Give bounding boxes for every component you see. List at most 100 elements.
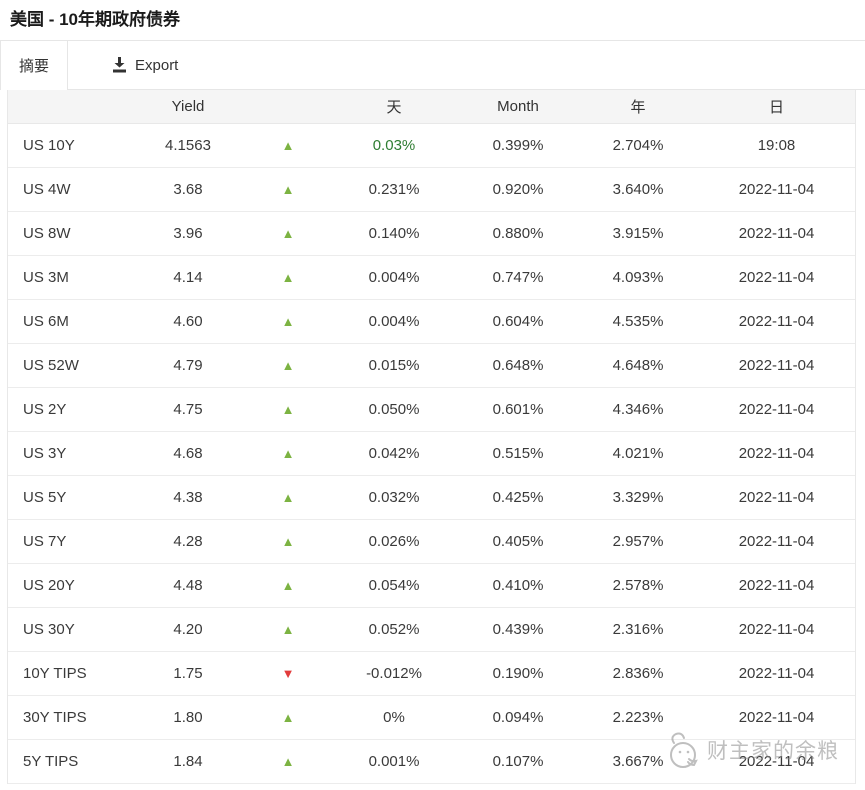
day-change: 0.03% bbox=[330, 123, 458, 168]
page-title: 美国 - 10年期政府债券 bbox=[10, 10, 181, 29]
date-value: 2022-11-04 bbox=[698, 475, 855, 520]
table-row[interactable]: 10Y TIPS 1.75 ▼ -0.012% 0.190% 2.836% 20… bbox=[8, 651, 855, 696]
export-label: Export bbox=[135, 56, 179, 74]
month-change: 0.410% bbox=[458, 563, 578, 608]
month-change: 0.190% bbox=[458, 651, 578, 696]
bond-table: Yield 天 Month 年 日 US 10Y 4.1563 ▲ 0.03% … bbox=[8, 90, 855, 784]
up-arrow-icon: ▲ bbox=[246, 695, 330, 740]
down-arrow-icon: ▼ bbox=[246, 651, 330, 696]
yield-value: 4.1563 bbox=[130, 123, 246, 168]
table-row[interactable]: US 3Y 4.68 ▲ 0.042% 0.515% 4.021% 2022-1… bbox=[8, 431, 855, 476]
col-header-yield: Yield bbox=[130, 90, 246, 124]
year-change: 2.223% bbox=[578, 695, 698, 740]
table-row[interactable]: US 7Y 4.28 ▲ 0.026% 0.405% 2.957% 2022-1… bbox=[8, 519, 855, 564]
day-change: 0.052% bbox=[330, 607, 458, 652]
date-value: 2022-11-04 bbox=[698, 255, 855, 300]
date-value: 2022-11-04 bbox=[698, 387, 855, 432]
yield-value: 4.28 bbox=[130, 519, 246, 564]
day-change: 0.032% bbox=[330, 475, 458, 520]
day-change: 0.050% bbox=[330, 387, 458, 432]
year-change: 3.667% bbox=[578, 739, 698, 784]
table-row[interactable]: US 10Y 4.1563 ▲ 0.03% 0.399% 2.704% 19:0… bbox=[8, 123, 855, 168]
col-header-date: 日 bbox=[698, 90, 855, 124]
year-change: 2.957% bbox=[578, 519, 698, 564]
instrument-name: US 2Y bbox=[8, 387, 130, 432]
month-change: 0.880% bbox=[458, 211, 578, 256]
yield-value: 4.75 bbox=[130, 387, 246, 432]
col-header-day: 天 bbox=[330, 90, 458, 124]
instrument-name: 10Y TIPS bbox=[8, 651, 130, 696]
yield-value: 4.38 bbox=[130, 475, 246, 520]
month-change: 0.920% bbox=[458, 167, 578, 212]
yield-value: 4.60 bbox=[130, 299, 246, 344]
up-arrow-icon: ▲ bbox=[246, 255, 330, 300]
year-change: 2.578% bbox=[578, 563, 698, 608]
col-header-month: Month bbox=[458, 90, 578, 124]
tab-summary-label: 摘要 bbox=[18, 58, 49, 75]
day-change: 0% bbox=[330, 695, 458, 740]
export-button[interactable]: Export bbox=[106, 41, 184, 89]
instrument-name: US 5Y bbox=[8, 475, 130, 520]
yield-value: 1.80 bbox=[130, 695, 246, 740]
date-value: 2022-11-04 bbox=[698, 343, 855, 388]
instrument-name: US 6M bbox=[8, 299, 130, 344]
date-value: 2022-11-04 bbox=[698, 607, 855, 652]
yield-value: 1.84 bbox=[130, 739, 246, 784]
instrument-name: US 4W bbox=[8, 167, 130, 212]
table-row[interactable]: US 30Y 4.20 ▲ 0.052% 0.439% 2.316% 2022-… bbox=[8, 607, 855, 652]
month-change: 0.439% bbox=[458, 607, 578, 652]
up-arrow-icon: ▲ bbox=[246, 387, 330, 432]
day-change: 0.054% bbox=[330, 563, 458, 608]
year-change: 4.021% bbox=[578, 431, 698, 476]
table-row[interactable]: 30Y TIPS 1.80 ▲ 0% 0.094% 2.223% 2022-11… bbox=[8, 695, 855, 740]
month-change: 0.425% bbox=[458, 475, 578, 520]
download-icon bbox=[112, 57, 127, 73]
table-row[interactable]: US 5Y 4.38 ▲ 0.032% 0.425% 3.329% 2022-1… bbox=[8, 475, 855, 520]
table-row[interactable]: US 6M 4.60 ▲ 0.004% 0.604% 4.535% 2022-1… bbox=[8, 299, 855, 344]
table-row[interactable]: 5Y TIPS 1.84 ▲ 0.001% 0.107% 3.667% 2022… bbox=[8, 739, 855, 784]
yield-value: 3.96 bbox=[130, 211, 246, 256]
up-arrow-icon: ▲ bbox=[246, 167, 330, 212]
up-arrow-icon: ▲ bbox=[246, 123, 330, 168]
day-change: 0.001% bbox=[330, 739, 458, 784]
day-change: 0.015% bbox=[330, 343, 458, 388]
year-change: 4.346% bbox=[578, 387, 698, 432]
table-row[interactable]: US 8W 3.96 ▲ 0.140% 0.880% 3.915% 2022-1… bbox=[8, 211, 855, 256]
up-arrow-icon: ▲ bbox=[246, 607, 330, 652]
table-row[interactable]: US 4W 3.68 ▲ 0.231% 0.920% 3.640% 2022-1… bbox=[8, 167, 855, 212]
date-value: 2022-11-04 bbox=[698, 299, 855, 344]
month-change: 0.515% bbox=[458, 431, 578, 476]
tab-summary[interactable]: 摘要 bbox=[0, 41, 68, 90]
title-bar: 美国 - 10年期政府债券 bbox=[0, 0, 865, 40]
tab-bar: 摘要 Export bbox=[0, 40, 865, 90]
instrument-name: US 8W bbox=[8, 211, 130, 256]
bond-table-container: Yield 天 Month 年 日 US 10Y 4.1563 ▲ 0.03% … bbox=[7, 90, 856, 784]
up-arrow-icon: ▲ bbox=[246, 343, 330, 388]
year-change: 3.915% bbox=[578, 211, 698, 256]
date-value: 2022-11-04 bbox=[698, 519, 855, 564]
table-row[interactable]: US 52W 4.79 ▲ 0.015% 0.648% 4.648% 2022-… bbox=[8, 343, 855, 388]
yield-value: 4.14 bbox=[130, 255, 246, 300]
day-change: 0.004% bbox=[330, 255, 458, 300]
up-arrow-icon: ▲ bbox=[246, 211, 330, 256]
month-change: 0.399% bbox=[458, 123, 578, 168]
instrument-name: US 3M bbox=[8, 255, 130, 300]
instrument-name: US 10Y bbox=[8, 123, 130, 168]
yield-value: 4.48 bbox=[130, 563, 246, 608]
table-row[interactable]: US 2Y 4.75 ▲ 0.050% 0.601% 4.346% 2022-1… bbox=[8, 387, 855, 432]
instrument-name: US 52W bbox=[8, 343, 130, 388]
year-change: 2.836% bbox=[578, 651, 698, 696]
year-change: 4.648% bbox=[578, 343, 698, 388]
instrument-name: US 30Y bbox=[8, 607, 130, 652]
month-change: 0.094% bbox=[458, 695, 578, 740]
month-change: 0.107% bbox=[458, 739, 578, 784]
instrument-name: US 20Y bbox=[8, 563, 130, 608]
year-change: 3.640% bbox=[578, 167, 698, 212]
date-value: 2022-11-04 bbox=[698, 167, 855, 212]
instrument-name: 30Y TIPS bbox=[8, 695, 130, 740]
day-change: 0.042% bbox=[330, 431, 458, 476]
table-row[interactable]: US 20Y 4.48 ▲ 0.054% 0.410% 2.578% 2022-… bbox=[8, 563, 855, 608]
day-change: -0.012% bbox=[330, 651, 458, 696]
yield-value: 3.68 bbox=[130, 167, 246, 212]
table-row[interactable]: US 3M 4.14 ▲ 0.004% 0.747% 4.093% 2022-1… bbox=[8, 255, 855, 300]
